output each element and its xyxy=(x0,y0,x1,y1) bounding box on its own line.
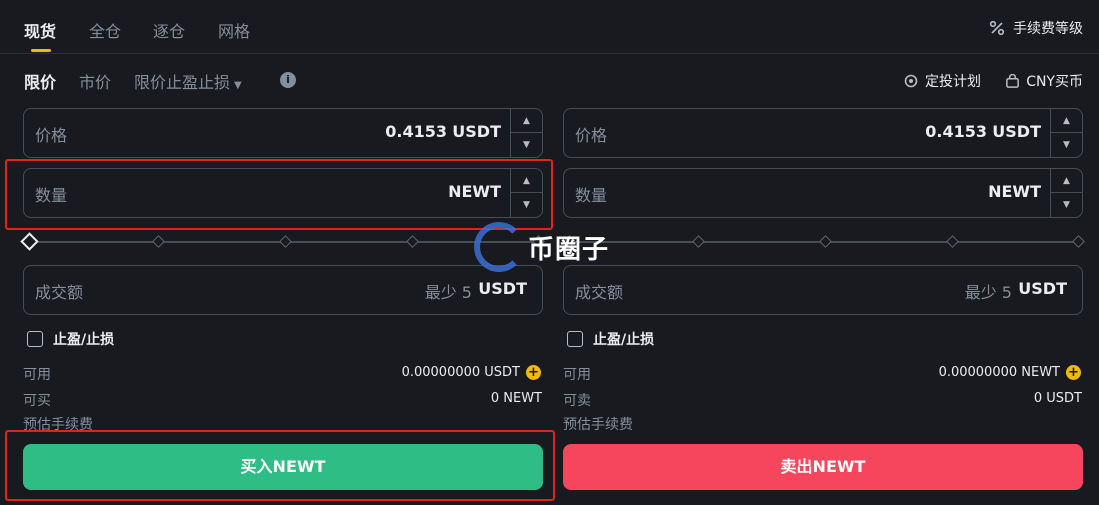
slider-step[interactable] xyxy=(819,235,832,248)
buy-max-value: 0 NEWT xyxy=(490,391,542,406)
sell-amount-input[interactable]: 数量 NEWT ▲ ▼ xyxy=(563,168,1083,218)
order-type-limit[interactable]: 限价 xyxy=(24,69,56,93)
buy-total-label: 成交额 xyxy=(35,283,84,302)
buy-max-label: 可买 xyxy=(23,393,51,409)
buy-available-label: 可用 xyxy=(23,367,51,383)
buy-price-value: 0.4153 xyxy=(385,122,447,141)
recurring-plan-link[interactable]: 定投计划 xyxy=(903,71,981,91)
sell-total-label: 成交额 xyxy=(575,283,624,302)
slider-step[interactable] xyxy=(1072,235,1085,248)
sell-price-label: 价格 xyxy=(575,126,608,145)
buy-available-amount: 0.00000000 USDT xyxy=(401,365,520,380)
watermark-ring-icon xyxy=(474,222,524,272)
watermark-logo: 币圈子 xyxy=(474,222,609,272)
buy-price-input[interactable]: 价格 0.4153 USDT ▲ ▼ xyxy=(23,108,543,158)
tab-grid[interactable]: 网格 xyxy=(218,18,250,42)
recurring-plan-label: 定投计划 xyxy=(925,74,981,90)
checkbox-box[interactable] xyxy=(567,331,583,347)
order-type-stop-limit-label: 限价止盈止损 xyxy=(134,73,231,92)
sell-amount-stepper: ▲ ▼ xyxy=(1050,169,1082,217)
fee-level-link[interactable]: 手续费等级 xyxy=(989,18,1083,38)
highlight-box-buy-button xyxy=(5,430,555,501)
market-tabs-bar: 现货 全仓 逐仓 网格 手续费等级 xyxy=(0,0,1099,54)
arrow-up-icon[interactable]: ▲ xyxy=(1051,109,1082,133)
sell-amount-label: 数量 xyxy=(575,186,608,205)
slider-step[interactable] xyxy=(692,235,705,248)
buy-tpsl-checkbox[interactable]: 止盈/止损 xyxy=(27,329,114,349)
wallet-icon xyxy=(1006,73,1020,88)
slider-step[interactable] xyxy=(406,235,419,248)
tab-spot[interactable]: 现货 xyxy=(24,18,56,42)
sell-percent-slider[interactable] xyxy=(562,234,1085,250)
sell-max-value: 0 USDT xyxy=(1033,391,1082,406)
caret-down-icon: ▼ xyxy=(234,80,242,91)
sell-price-unit: USDT xyxy=(992,122,1041,141)
buy-price-unit: USDT xyxy=(452,122,501,141)
order-type-bar: 限价 市价 限价止盈止损 ▼ i 定投计划 CNY买币 xyxy=(0,66,1099,96)
buy-percent-slider[interactable] xyxy=(20,232,545,251)
arrow-down-icon[interactable]: ▼ xyxy=(1051,193,1082,217)
buy-total-input[interactable]: 成交额 最少 5 USDT xyxy=(23,265,543,315)
buy-price-label: 价格 xyxy=(35,126,68,145)
watermark-text: 币圈子 xyxy=(528,234,610,265)
sell-max-label: 可卖 xyxy=(563,393,591,409)
fee-level-label: 手续费等级 xyxy=(1013,21,1083,37)
sell-total-min-hint: 最少 5 xyxy=(964,283,1012,302)
sell-tpsl-checkbox[interactable]: 止盈/止损 xyxy=(567,329,654,349)
arrow-up-icon[interactable]: ▲ xyxy=(1051,169,1082,193)
recurring-icon xyxy=(904,74,918,88)
buy-total-unit: USDT xyxy=(478,279,527,298)
info-icon[interactable]: i xyxy=(280,72,296,88)
sell-price-value: 0.4153 xyxy=(925,122,987,141)
sell-price-input[interactable]: 价格 0.4153 USDT ▲ ▼ xyxy=(563,108,1083,158)
slider-handle[interactable] xyxy=(20,232,39,251)
arrow-down-icon[interactable]: ▼ xyxy=(1051,133,1082,157)
tab-cross[interactable]: 全仓 xyxy=(89,18,121,42)
buy-tpsl-label: 止盈/止损 xyxy=(53,332,115,348)
sell-available-amount: 0.00000000 NEWT xyxy=(938,365,1060,380)
sell-fee-label: 预估手续费 xyxy=(563,417,633,433)
sell-price-stepper: ▲ ▼ xyxy=(1050,109,1082,157)
order-type-market[interactable]: 市价 xyxy=(79,69,111,93)
percent-icon xyxy=(989,20,1005,36)
buy-price-stepper: ▲ ▼ xyxy=(510,109,542,157)
sell-total-unit: USDT xyxy=(1018,279,1067,298)
checkbox-box[interactable] xyxy=(27,331,43,347)
arrow-up-icon[interactable]: ▲ xyxy=(511,109,542,133)
sell-available-label: 可用 xyxy=(563,367,591,383)
active-tab-indicator xyxy=(31,49,51,52)
sell-amount-unit: NEWT xyxy=(988,182,1041,201)
plus-icon[interactable]: + xyxy=(1066,365,1081,380)
arrow-down-icon[interactable]: ▼ xyxy=(511,133,542,157)
plus-icon[interactable]: + xyxy=(526,365,541,380)
slider-step[interactable] xyxy=(279,235,292,248)
tab-isolated[interactable]: 逐仓 xyxy=(153,18,185,42)
order-type-stop-limit[interactable]: 限价止盈止损 ▼ xyxy=(134,69,242,93)
sell-available-value: 0.00000000 NEWT + xyxy=(939,365,1081,380)
sell-tpsl-label: 止盈/止损 xyxy=(593,332,655,348)
highlight-box-amount xyxy=(5,159,553,230)
slider-step[interactable] xyxy=(152,235,165,248)
cny-buy-link[interactable]: CNY买币 xyxy=(1005,71,1083,91)
sell-total-input[interactable]: 成交额 最少 5 USDT xyxy=(563,265,1083,315)
buy-available-value: 0.00000000 USDT + xyxy=(402,365,541,380)
buy-total-min-hint: 最少 5 xyxy=(424,283,472,302)
sell-button[interactable]: 卖出NEWT xyxy=(563,444,1083,490)
cny-buy-label: CNY买币 xyxy=(1026,74,1083,90)
slider-step[interactable] xyxy=(946,235,959,248)
